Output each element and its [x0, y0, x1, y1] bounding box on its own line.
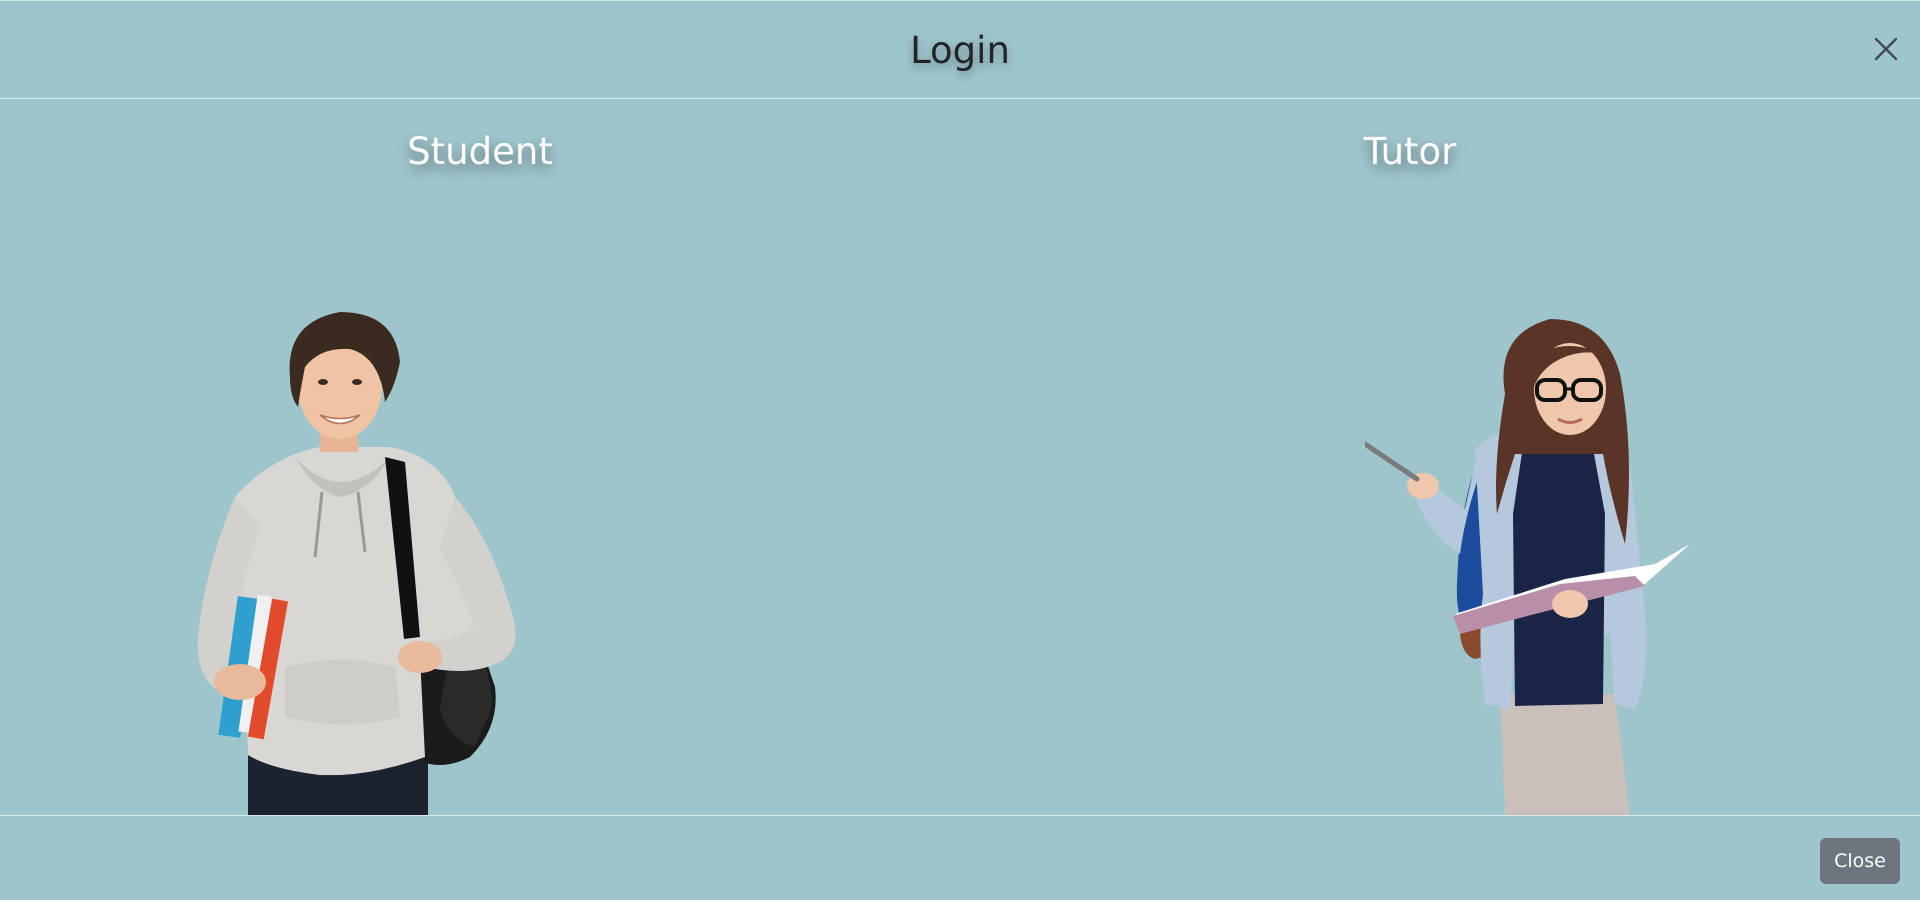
tutor-label: Tutor [1363, 130, 1457, 173]
student-label: Student [407, 130, 553, 173]
tutor-photo [1365, 319, 1690, 815]
close-button[interactable]: Close [1820, 838, 1900, 884]
modal-body: Student Tutor [0, 99, 1920, 815]
modal-header: Login [0, 1, 1920, 99]
login-modal: Login Student Tutor Close [0, 0, 1920, 900]
close-icon-button[interactable] [1866, 29, 1906, 69]
modal-footer: Close [0, 815, 1920, 900]
tutor-option[interactable]: Tutor [960, 99, 1920, 815]
modal-title: Login [910, 29, 1010, 72]
close-icon [1874, 37, 1898, 61]
student-option[interactable]: Student [0, 99, 960, 815]
student-photo [197, 312, 516, 815]
